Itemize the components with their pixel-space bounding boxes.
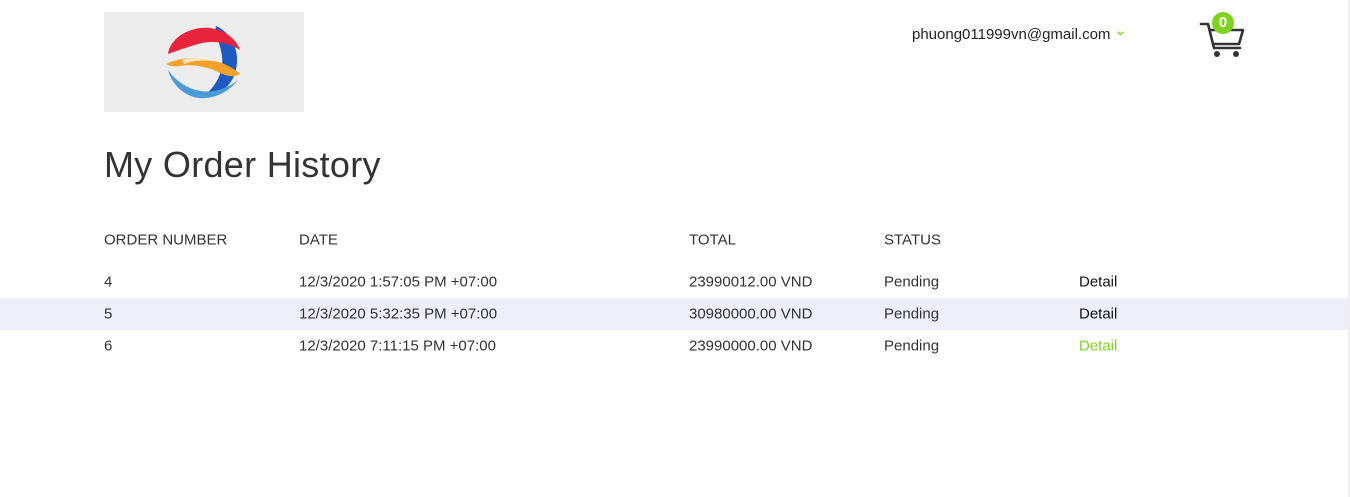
cart-count-badge: 0 (1212, 12, 1234, 34)
order-date-cell: 12/3/2020 5:32:35 PM +07:00 (299, 305, 498, 323)
column-header-date: DATE (299, 231, 338, 249)
order-date-cell: 12/3/2020 7:11:15 PM +07:00 (299, 337, 496, 355)
table-row: 4 12/3/2020 1:57:05 PM +07:00 23990012.0… (0, 266, 1348, 298)
order-total-cell: 23990012.00 VND (689, 273, 813, 291)
account-email: phuong011999vn@gmail.com (912, 26, 1111, 43)
table-row: 5 12/3/2020 5:32:35 PM +07:00 30980000.0… (0, 298, 1348, 330)
order-number-cell: 6 (104, 337, 113, 355)
column-header-total: TOTAL (689, 231, 736, 249)
column-header-status: STATUS (884, 231, 941, 249)
order-date-cell: 12/3/2020 1:57:05 PM +07:00 (299, 273, 498, 291)
order-detail-link[interactable]: Detail (1079, 274, 1117, 291)
table-row: 6 12/3/2020 7:11:15 PM +07:00 23990000.0… (0, 330, 1348, 362)
order-status-cell: Pending (884, 273, 940, 291)
page: phuong011999vn@gmail.com 0 My Order Hist… (0, 0, 1350, 497)
brand-logo[interactable] (104, 12, 304, 112)
column-header-order-number: ORDER NUMBER (104, 231, 228, 249)
order-history-table: ORDER NUMBER DATE TOTAL STATUS 4 12/3/20… (0, 222, 1348, 362)
table-header-row: ORDER NUMBER DATE TOTAL STATUS (0, 222, 1348, 258)
chevron-down-icon (1117, 31, 1125, 36)
cart-button[interactable]: 0 (1198, 12, 1248, 60)
order-number-cell: 5 (104, 305, 113, 323)
order-status-cell: Pending (884, 305, 940, 323)
order-detail-link[interactable]: Detail (1079, 338, 1117, 355)
order-detail-link[interactable]: Detail (1079, 306, 1117, 323)
order-total-cell: 30980000.00 VND (689, 305, 813, 323)
page-title: My Order History (104, 144, 381, 185)
order-number-cell: 4 (104, 273, 113, 291)
order-status-cell: Pending (884, 337, 940, 355)
account-menu[interactable]: phuong011999vn@gmail.com (912, 26, 1125, 43)
order-total-cell: 23990000.00 VND (689, 337, 813, 355)
brand-globe-logo-icon (166, 26, 240, 99)
